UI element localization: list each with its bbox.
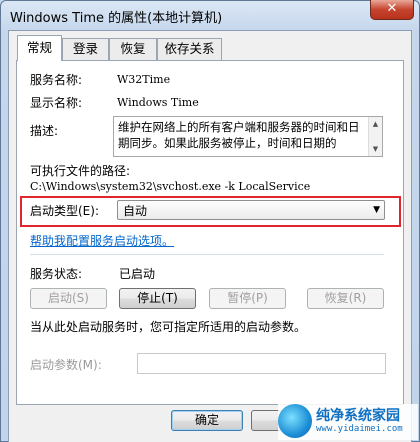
tab-recovery[interactable]: 恢复	[109, 38, 157, 60]
display-name-label: 显示名称:	[30, 96, 83, 110]
service-name-label: 服务名称:	[30, 73, 83, 87]
description-label: 描述:	[30, 124, 59, 138]
tab-general[interactable]: 常规	[17, 35, 62, 61]
divider	[30, 254, 384, 255]
tab-logon[interactable]: 登录	[62, 38, 109, 60]
start-params-hint: 当从此处启动服务时，您可指定所适用的启动参数。	[30, 320, 307, 334]
description-text: 维护在网络上的所有客户端和服务器的时间和日期同步。如果此服务被停止，时间和日期的	[118, 120, 360, 150]
window-title: Windows Time 的属性(本地计算机)	[10, 11, 223, 26]
resume-button[interactable]: 恢复(R)	[307, 288, 384, 309]
pause-button[interactable]: 暂停(P)	[209, 288, 286, 309]
red-highlight-box	[20, 196, 401, 227]
startup-help-link[interactable]: 帮助我配置服务启动选项。	[30, 232, 174, 249]
ok-button[interactable]: 确定	[171, 410, 243, 431]
watermark-logo-icon	[278, 404, 312, 438]
display-name-value: Windows Time	[117, 96, 199, 109]
description-scrollbar[interactable]: ▲ ▼	[368, 117, 382, 156]
watermark: 纯净系统家园 www.yidaimei.com	[278, 404, 418, 440]
tab-dependencies[interactable]: 依存关系	[157, 38, 222, 60]
service-status-label: 服务状态:	[30, 267, 83, 281]
watermark-url: www.yidaimei.com	[316, 424, 403, 434]
scroll-down-icon[interactable]: ▼	[369, 143, 382, 155]
exe-path-label: 可执行文件的路径:	[30, 164, 131, 178]
close-button[interactable]: ✕	[370, 0, 414, 20]
watermark-name: 纯净系统家园	[316, 408, 400, 424]
start-params-input[interactable]	[137, 353, 386, 374]
start-params-label: 启动参数(M):	[30, 358, 102, 372]
service-name-value: W32Time	[117, 73, 171, 86]
service-status-value: 已启动	[119, 267, 156, 281]
description-box[interactable]: 维护在网络上的所有客户端和服务器的时间和日期同步。如果此服务被停止，时间和日期的…	[113, 116, 383, 157]
scroll-up-icon[interactable]: ▲	[369, 118, 382, 130]
exe-path-value: C:\Windows\system32\svchost.exe -k Local…	[30, 180, 311, 193]
start-button[interactable]: 启动(S)	[30, 288, 107, 309]
stop-button[interactable]: 停止(T)	[119, 288, 196, 309]
